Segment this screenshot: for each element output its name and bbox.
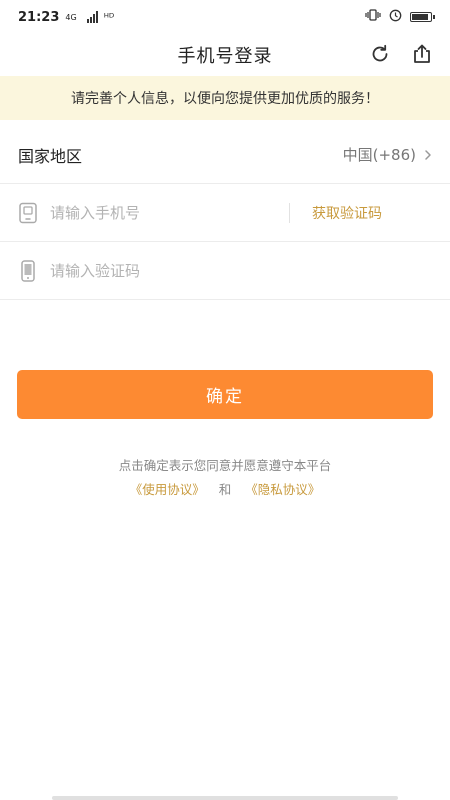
agreement-line: 点击确定表示您同意并愿意遵守本平台: [118, 458, 332, 473]
status-left: 21:23 4G ᴴᴰ: [18, 10, 114, 25]
banner-text: 请完善个人信息，以便向您提供更加优质的服务！: [71, 91, 379, 107]
page-title: 手机号登录: [177, 46, 273, 67]
privacy-link[interactable]: 《隐私协议》: [245, 482, 320, 497]
terms-link[interactable]: 《使用协议》: [130, 482, 205, 497]
battery-icon: [410, 12, 435, 22]
region-label: 国家地区: [18, 146, 83, 166]
phone-input[interactable]: [50, 197, 279, 228]
get-code-button[interactable]: 获取验证码: [312, 203, 382, 223]
phone-icon: [18, 202, 38, 224]
alarm-icon: [389, 9, 402, 26]
status-right: [365, 9, 435, 26]
info-banner: 请完善个人信息，以便向您提供更加优质的服务！: [0, 76, 450, 120]
share-button[interactable]: [408, 40, 436, 68]
region-selector[interactable]: 中国(+86): [343, 144, 432, 165]
status-bar: 21:23 4G ᴴᴰ: [0, 0, 450, 34]
vibrate-icon: [365, 9, 381, 25]
agreement-links: 《使用协议》 和 《隐私协议》: [0, 478, 450, 502]
network-type: 4G: [65, 12, 77, 22]
and-text: 和: [218, 482, 232, 497]
code-row: [0, 242, 450, 300]
agreement-text: 点击确定表示您同意并愿意遵守本平台 《使用协议》 和 《隐私协议》: [0, 454, 450, 502]
refresh-icon: [372, 44, 388, 62]
hd-icon: ᴴᴰ: [103, 10, 115, 24]
confirm-button[interactable]: 确定: [17, 370, 433, 419]
nav-actions: [366, 40, 436, 68]
home-indicator: [52, 796, 398, 800]
refresh-button[interactable]: [366, 40, 394, 68]
code-input[interactable]: [50, 255, 432, 286]
region-row[interactable]: 国家地区 中国(+86): [0, 126, 450, 184]
share-icon: [414, 44, 430, 63]
field-divider: [289, 202, 290, 223]
signal-icon: [86, 11, 98, 23]
mobile-icon: [18, 259, 38, 282]
chevron-right-icon: [425, 149, 431, 160]
status-time: 21:23: [18, 9, 60, 25]
region-value: 中国(+86): [342, 146, 416, 164]
nav-bar: 手机号登录: [0, 34, 450, 76]
phone-row: 获取验证码: [0, 184, 450, 242]
